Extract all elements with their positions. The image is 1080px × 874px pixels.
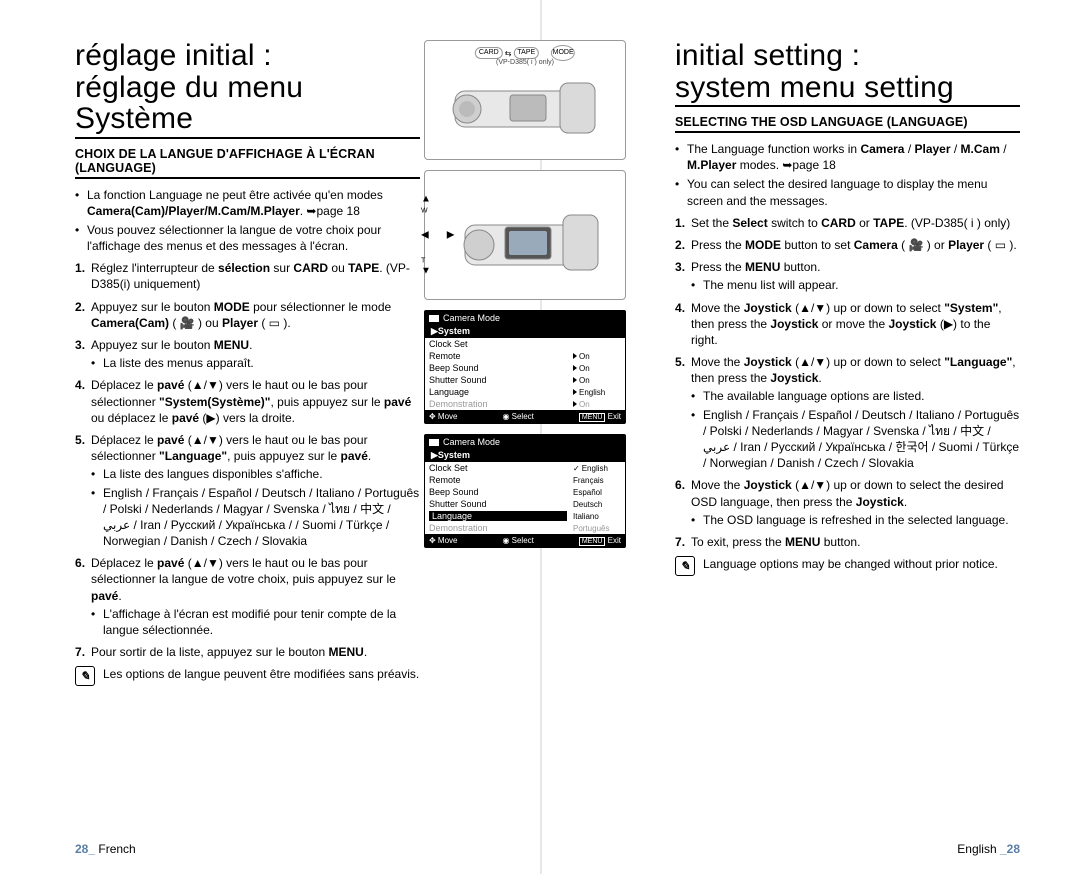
section-heading-fr: CHOIX DE LA LANGUE D'AFFICHAGE À L'ÉCRAN… bbox=[75, 147, 420, 179]
camcorder-icon bbox=[445, 65, 605, 135]
camera-glyph-icon bbox=[429, 315, 439, 322]
joystick-arrows: ▲W ◀ ▶ T▼ bbox=[421, 194, 454, 277]
lcd-row: Beep SoundEspañol bbox=[425, 486, 625, 498]
tri-right-icon bbox=[573, 389, 577, 395]
step-item: Réglez l'interrupteur de sélection sur C… bbox=[75, 260, 420, 292]
steps-en: Set the Select switch to CARD or TAPE. (… bbox=[675, 215, 1020, 550]
check-icon: ✓ bbox=[573, 464, 580, 473]
step-item: To exit, press the MENU button. bbox=[675, 534, 1020, 550]
left-column: réglage initial : réglage du menu Systèm… bbox=[75, 40, 420, 844]
note-icon: ✎ bbox=[675, 556, 695, 576]
intro-list-en: The Language function works in Camera / … bbox=[675, 141, 1020, 209]
lcd-row: LanguageEnglish bbox=[425, 386, 625, 398]
lcd-row: Shutter SoundOn bbox=[425, 374, 625, 386]
lcd-row: LanguageItaliano bbox=[425, 510, 625, 522]
note-fr: ✎ Les options de langue peuvent être mod… bbox=[75, 666, 420, 686]
sub-item: La liste des langues disponibles s'affic… bbox=[91, 466, 420, 482]
section-heading-en: SELECTING THE OSD LANGUAGE (LANGUAGE) bbox=[675, 115, 1020, 133]
sub-item: The OSD language is refreshed in the sel… bbox=[691, 512, 1020, 528]
list-item: You can select the desired language to d… bbox=[675, 176, 1020, 208]
lcd-row: Shutter SoundDeutsch bbox=[425, 498, 625, 510]
page-number-fr: 28_ French bbox=[75, 842, 136, 856]
step-item: Déplacez le pavé (▲/▼) vers le haut ou l… bbox=[75, 377, 420, 426]
note-text-en: Language options may be changed without … bbox=[703, 556, 998, 576]
mode-chip: MODE bbox=[551, 45, 575, 61]
right-column: initial setting : system menu setting SE… bbox=[675, 40, 1020, 844]
camera-top-diagram: CARD ⇆ TAPE MODE (VP-D385( i ) only) bbox=[424, 40, 626, 160]
note-text-fr: Les options de langue peuvent être modif… bbox=[103, 666, 419, 686]
lcd-header: Camera Mode bbox=[425, 435, 625, 449]
lcd-group: ▶System bbox=[425, 449, 625, 462]
list-item: The Language function works in Camera / … bbox=[675, 141, 1020, 173]
page-title-en: initial setting : system menu setting bbox=[675, 40, 1020, 107]
sub-item: The available language options are liste… bbox=[691, 388, 1020, 404]
step-item: Appuyez sur le bouton MODE pour sélectio… bbox=[75, 299, 420, 331]
lcd-footer: ✥ Move◉ SelectMENU Exit bbox=[425, 534, 625, 547]
sub-item: English / Français / Español / Deutsch /… bbox=[691, 407, 1020, 472]
tri-right-icon bbox=[573, 365, 577, 371]
lcd-menu-1: Camera Mode▶SystemClock SetRemoteOnBeep … bbox=[424, 310, 626, 424]
steps-fr: Réglez l'interrupteur de sélection sur C… bbox=[75, 260, 420, 660]
step-item: Déplacez le pavé (▲/▼) vers le haut ou l… bbox=[75, 432, 420, 549]
lcd-row: Clock Set bbox=[425, 338, 625, 350]
step-item: Move the Joystick (▲/▼) up or down to se… bbox=[675, 477, 1020, 528]
step-item: Press the MENU button.The menu list will… bbox=[675, 259, 1020, 293]
note-en: ✎ Language options may be changed withou… bbox=[675, 556, 1020, 576]
lcd-menu-2: Camera Mode▶SystemClock Set✓EnglishRemot… bbox=[424, 434, 626, 548]
tri-right-icon bbox=[573, 377, 577, 383]
sub-item: L'affichage à l'écran est modifié pour t… bbox=[91, 606, 420, 638]
manual-page: réglage initial : réglage du menu Systèm… bbox=[0, 0, 1080, 874]
lcd-footer: ✥ Move◉ SelectMENU Exit bbox=[425, 410, 625, 423]
tri-right-icon bbox=[573, 353, 577, 359]
step-item: Move the Joystick (▲/▼) up or down to se… bbox=[675, 354, 1020, 471]
page-number-en: English _28 bbox=[957, 842, 1020, 856]
lcd-row: Clock Set✓English bbox=[425, 462, 625, 474]
step-item: Appuyez sur le bouton MENU.La liste des … bbox=[75, 337, 420, 371]
lcd-row: DemonstrationPortuguês bbox=[425, 522, 625, 534]
tri-right-icon bbox=[573, 401, 577, 407]
step-item: Pour sortir de la liste, appuyez sur le … bbox=[75, 644, 420, 660]
intro-list-fr: La fonction Language ne peut être activé… bbox=[75, 187, 420, 255]
lcd-row: RemoteOn bbox=[425, 350, 625, 362]
lcd-header: Camera Mode bbox=[425, 311, 625, 325]
list-item: La fonction Language ne peut être activé… bbox=[75, 187, 420, 219]
camera-joystick-diagram: ▲W ◀ ▶ T▼ bbox=[424, 170, 626, 300]
camera-glyph-icon bbox=[429, 439, 439, 446]
illustration-column: CARD ⇆ TAPE MODE (VP-D385( i ) only) ▲W … bbox=[420, 40, 630, 844]
sub-item: English / Français / Español / Deutsch /… bbox=[91, 485, 420, 550]
lcd-row: DemonstrationOn bbox=[425, 398, 625, 410]
vp-note: (VP-D385( i ) only) bbox=[496, 59, 554, 66]
step-item: Déplacez le pavé (▲/▼) vers le haut ou l… bbox=[75, 555, 420, 638]
page-title-fr: réglage initial : réglage du menu Systèm… bbox=[75, 40, 420, 139]
note-icon: ✎ bbox=[75, 666, 95, 686]
sub-item: The menu list will appear. bbox=[691, 277, 1020, 293]
list-item: Vous pouvez sélectionner la langue de vo… bbox=[75, 222, 420, 254]
lcd-row: Beep SoundOn bbox=[425, 362, 625, 374]
lcd-group: ▶System bbox=[425, 325, 625, 338]
lcd-row: RemoteFrançais bbox=[425, 474, 625, 486]
step-item: Press the MODE button to set Camera ( 🎥 … bbox=[675, 237, 1020, 253]
camcorder-icon bbox=[445, 195, 605, 275]
tape-chip: TAPE bbox=[513, 47, 539, 59]
card-chip: CARD bbox=[475, 47, 503, 59]
sub-item: La liste des menus apparaît. bbox=[91, 355, 420, 371]
step-item: Move the Joystick (▲/▼) up or down to se… bbox=[675, 300, 1020, 349]
step-item: Set the Select switch to CARD or TAPE. (… bbox=[675, 215, 1020, 231]
